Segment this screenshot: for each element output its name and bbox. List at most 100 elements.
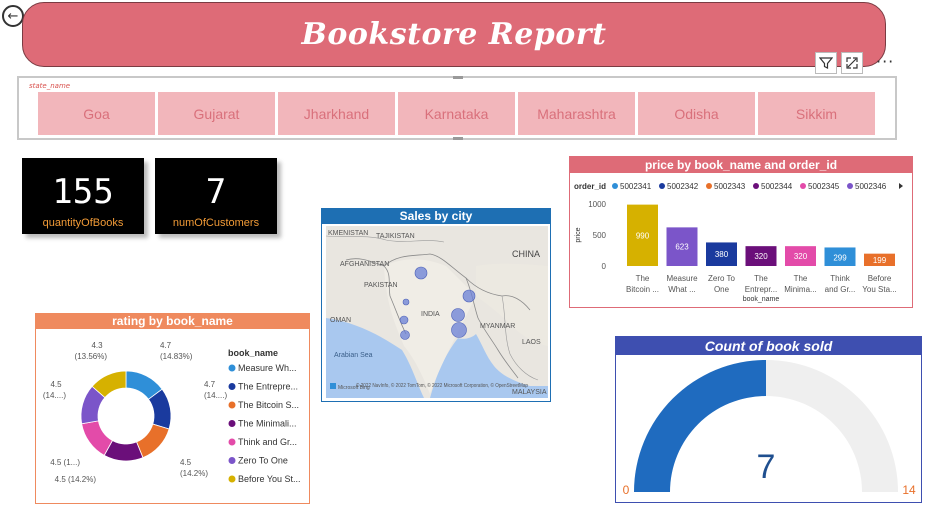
more-options-icon[interactable]: ···	[876, 52, 894, 71]
donut-legend-swatch	[228, 457, 236, 464]
donut-legend-entry[interactable]: The Entrepre...	[238, 382, 298, 392]
gauge-title: Count of book sold	[616, 337, 921, 355]
legend-entry[interactable]: 5002346	[855, 182, 887, 191]
map-label: TAJIKISTAN	[376, 233, 415, 240]
donut-legend-entry[interactable]: The Minimali...	[238, 419, 297, 429]
map-label: Arabian Sea	[334, 352, 373, 359]
report-title-banner: Bookstore Report	[22, 2, 886, 67]
legend-entry[interactable]: 5002342	[667, 182, 699, 191]
legend-entry[interactable]: 5002343	[714, 182, 746, 191]
slicer-item-odisha[interactable]: Odisha	[638, 92, 755, 135]
rating-donut-chart[interactable]: rating by book_name 4.7 (14.83%) 4.7 (14...…	[35, 313, 310, 504]
kpi-card-quantity[interactable]: 155 quantityOfBooks	[22, 158, 144, 234]
gauge-max-label: 14	[902, 483, 916, 497]
y-tick-label: 1000	[588, 200, 606, 209]
donut-legend-entry[interactable]: Measure Wh...	[238, 363, 297, 373]
slicer-item-jharkhand[interactable]: Jharkhand	[278, 92, 395, 135]
x-axis-label: book_name	[743, 296, 780, 303]
donut-data-label: (14....)	[43, 391, 66, 400]
donut-data-label: 4.5 (14.2%)	[55, 475, 97, 484]
legend-entry[interactable]: 5002344	[761, 182, 793, 191]
x-tick-label: The	[636, 274, 650, 283]
resize-handle-top[interactable]	[453, 76, 463, 79]
city-bubble[interactable]	[402, 298, 410, 306]
bar-data-label: 623	[675, 243, 689, 252]
x-tick-label: Entrepr...	[745, 285, 777, 294]
city-bubble[interactable]	[462, 289, 476, 303]
city-bubble[interactable]	[451, 308, 465, 322]
price-bar-chart[interactable]: price by book_name and order_id order_id…	[569, 156, 913, 308]
donut-legend-swatch	[228, 475, 236, 483]
report-canvas: ← Bookstore Report ··· state_name Goa Gu…	[0, 0, 931, 525]
slicer-item-maharashtra[interactable]: Maharashtra	[518, 92, 635, 135]
map-label: MALAYSIA	[512, 389, 547, 396]
legend-swatch	[800, 183, 806, 189]
slicer-items: Goa Gujarat Jharkhand Karnataka Maharash…	[38, 92, 875, 135]
slicer-item-goa[interactable]: Goa	[38, 92, 155, 135]
slicer-item-sikkim[interactable]: Sikkim	[758, 92, 875, 135]
donut-data-label: (14.2%)	[180, 469, 208, 478]
bing-logo-icon	[330, 383, 336, 389]
gauge-min-label: 0	[623, 483, 630, 497]
map-label: MYANMAR	[480, 323, 515, 330]
kpi-label: quantityOfBooks	[42, 217, 124, 229]
map-label: LAOS	[522, 339, 541, 346]
x-tick-label: Before	[868, 274, 892, 283]
page-title: Bookstore Report	[301, 17, 607, 52]
donut-legend-entry[interactable]: Zero To One	[238, 456, 288, 466]
slicer-field-label: state_name	[29, 82, 71, 90]
donut-slice[interactable]	[136, 423, 170, 459]
map-title: Sales by city	[322, 209, 550, 224]
legend-swatch	[659, 183, 665, 189]
map-label: KMENISTAN	[328, 230, 368, 237]
x-tick-label: Zero To	[708, 274, 736, 283]
slicer-item-karnataka[interactable]: Karnataka	[398, 92, 515, 135]
map-canvas[interactable]: KMENISTAN TAJIKISTAN AFGHANISTAN PAKISTA…	[326, 226, 548, 398]
kpi-label: numOfCustomers	[172, 217, 260, 229]
donut-legend-entry[interactable]: The Bitcoin S...	[238, 400, 299, 410]
legend-entry[interactable]: 5002345	[808, 182, 840, 191]
donut-legend-title: book_name	[228, 348, 278, 358]
bar-data-label: 199	[873, 256, 887, 265]
x-tick-label: One	[714, 285, 730, 294]
donut-legend-swatch	[228, 401, 236, 409]
book-sold-gauge[interactable]: Count of book sold 7 0 14	[615, 336, 922, 503]
donut-legend-swatch	[228, 420, 236, 427]
legend-next-icon[interactable]	[899, 183, 903, 189]
y-tick-label: 0	[602, 262, 607, 271]
donut-data-label: (14.83%)	[160, 352, 193, 361]
x-tick-label: What ...	[668, 285, 696, 294]
city-bubble[interactable]	[414, 266, 428, 280]
legend-swatch	[847, 183, 853, 189]
donut-data-label: 4.5 (1...)	[50, 458, 80, 467]
donut-legend-entry[interactable]: Think and Gr...	[238, 437, 297, 447]
bar-data-label: 990	[636, 231, 650, 240]
donut-data-label: (14....)	[204, 391, 227, 400]
bar-data-label: 299	[833, 253, 847, 262]
bar-chart-svg: order_id 5002341 5002342 5002343 5002344 5002…	[574, 182, 903, 303]
kpi-value: 7	[205, 172, 227, 212]
filter-icon[interactable]	[815, 52, 837, 74]
x-tick-label: and Gr...	[825, 285, 856, 294]
x-tick-label: Think	[830, 274, 851, 283]
city-bubble[interactable]	[399, 315, 409, 325]
focus-mode-icon[interactable]	[841, 52, 863, 74]
map-label: AFGHANISTAN	[340, 261, 389, 268]
resize-handle-bottom[interactable]	[453, 137, 463, 140]
city-bubble[interactable]	[451, 322, 467, 338]
gauge-svg: 7 0 14	[623, 360, 916, 497]
slicer-item-gujarat[interactable]: Gujarat	[158, 92, 275, 135]
x-tick-label: The	[754, 274, 768, 283]
city-bubble[interactable]	[400, 330, 410, 340]
kpi-card-customers[interactable]: 7 numOfCustomers	[155, 158, 277, 234]
legend-swatch	[612, 183, 618, 189]
sales-by-city-map[interactable]: Sales by city KMENISTAN TAJIKISTAN AFGHA…	[321, 208, 551, 402]
legend-entry[interactable]: 5002341	[620, 182, 652, 191]
map-label: CHINA	[512, 249, 540, 259]
back-arrow-icon[interactable]: ←	[2, 5, 24, 27]
donut-data-label: 4.5	[50, 380, 62, 389]
donut-legend-swatch	[228, 438, 236, 446]
donut-legend-entry[interactable]: Before You St...	[238, 474, 301, 484]
donut-data-label: 4.7	[160, 341, 172, 350]
donut-data-label: 4.7	[204, 380, 216, 389]
